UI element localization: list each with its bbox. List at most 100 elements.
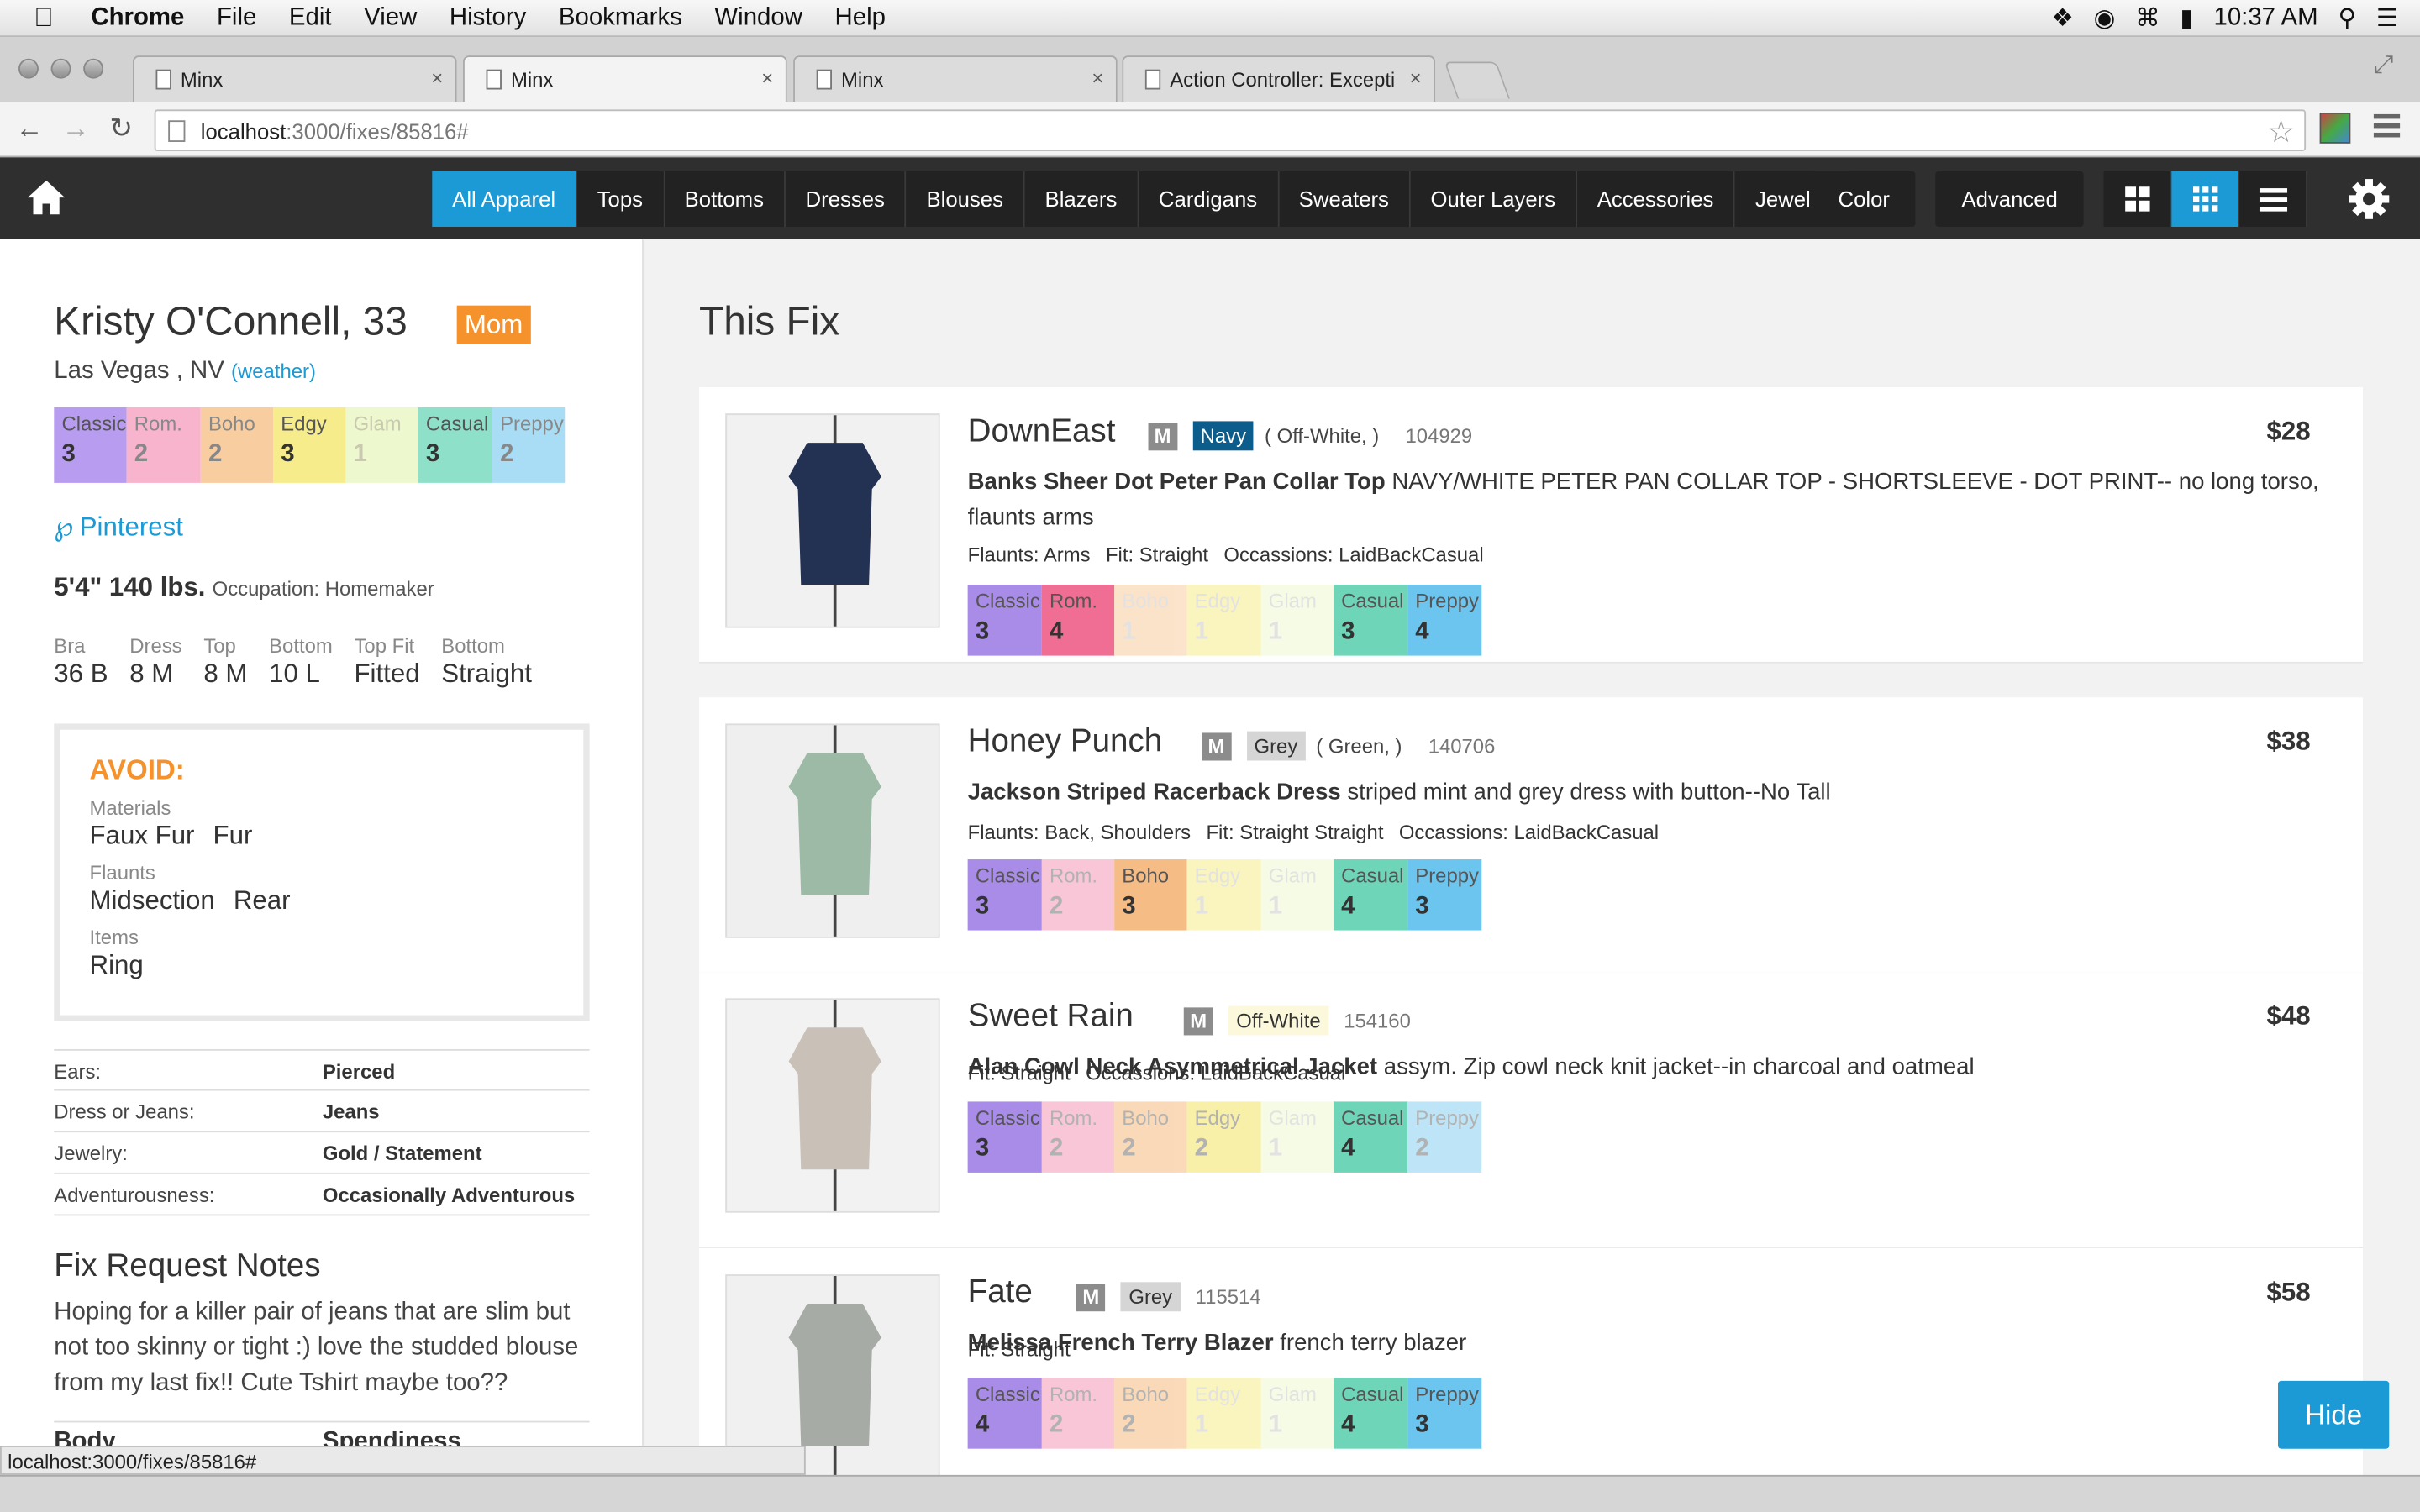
category-all-apparel[interactable]: All Apparel	[432, 171, 577, 227]
style-score-classic: Classic 3	[967, 585, 1042, 656]
product-price: $38	[2266, 727, 2311, 756]
category-accessories[interactable]: Accessories	[1576, 171, 1736, 227]
forward-arrow-icon[interactable]: →	[61, 113, 89, 145]
extension-icon[interactable]	[2319, 113, 2351, 144]
browser-tab[interactable]: Minx ×	[793, 55, 1118, 102]
view-small-grid-button[interactable]	[2171, 171, 2240, 227]
menu-help[interactable]: Help	[835, 5, 886, 33]
close-tab-icon[interactable]: ×	[1410, 66, 1422, 90]
menu-window[interactable]: Window	[714, 5, 802, 33]
product-brand[interactable]: Fate	[968, 1274, 1033, 1311]
style-label: Preppy	[1415, 1382, 1479, 1406]
avoid-materials-label: Materials	[89, 795, 171, 820]
app-name-menu[interactable]: Chrome	[91, 5, 184, 33]
evernote-icon[interactable]: ◉	[2094, 3, 2116, 34]
category-tops[interactable]: Tops	[576, 171, 665, 227]
pinterest-link[interactable]: ℘ Pinterest	[54, 511, 183, 543]
apple-icon[interactable]: 	[34, 3, 53, 34]
preference-row: Adventurousness: Occasionally Adventurous	[54, 1174, 590, 1216]
style-value: 4	[1341, 1411, 1355, 1438]
product-brand[interactable]: DownEast	[968, 413, 1116, 450]
style-score-glam: Glam 1	[1260, 1101, 1334, 1173]
product-name[interactable]: Banks Sheer Dot Peter Pan Collar Top	[968, 469, 1386, 495]
product-image[interactable]	[725, 998, 940, 1213]
battery-icon[interactable]: ▮	[2180, 3, 2193, 34]
product-name[interactable]: Jackson Striped Racerback Dress	[968, 780, 1341, 806]
preference-row: Jewelry: Gold / Statement	[54, 1132, 590, 1174]
back-arrow-icon[interactable]: ←	[15, 113, 43, 145]
category-blazers[interactable]: Blazers	[1024, 171, 1139, 227]
style-value: 2	[208, 441, 223, 468]
minimize-window-button[interactable]	[50, 58, 71, 79]
view-toggle	[2103, 171, 2307, 227]
size-value: 8 M	[129, 659, 174, 689]
wifi-icon[interactable]: ⌘	[2135, 3, 2160, 34]
style-label: Classic	[975, 1382, 1040, 1406]
spotlight-search-icon[interactable]: ⚲	[2338, 3, 2357, 34]
product-image[interactable]	[725, 723, 940, 938]
category-bottoms[interactable]: Bottoms	[664, 171, 786, 227]
product-style-scores: Classic 3 Rom. 2 Boho 3 Edgy 1 Glam 1 Casual 4 Prepp…	[967, 859, 1485, 931]
menu-file[interactable]: File	[217, 5, 256, 33]
advanced-filter-button[interactable]: Advanced	[1935, 171, 2085, 227]
page-icon	[486, 69, 502, 90]
browser-tab[interactable]: Minx ×	[463, 55, 787, 104]
sku-number: 154160	[1344, 1009, 1411, 1032]
style-value: 1	[1122, 618, 1136, 645]
category-outer-layers[interactable]: Outer Layers	[1410, 171, 1577, 227]
gear-icon[interactable]	[2346, 176, 2392, 222]
notification-center-icon[interactable]: ☰	[2376, 3, 2398, 34]
style-score-preppy: Preppy 3	[1407, 1378, 1482, 1449]
category-sweaters[interactable]: Sweaters	[1278, 171, 1411, 227]
clock[interactable]: 10:37 AM	[2213, 5, 2317, 33]
zoom-window-button[interactable]	[83, 58, 104, 79]
address-bar[interactable]: localhost:3000/fixes/85816# ☆	[154, 109, 2307, 151]
attribute: Occassions: LaidBackCasual	[1398, 821, 1660, 844]
attribute: Fit: Straight Straight	[1206, 821, 1384, 844]
new-tab-button[interactable]	[1444, 61, 1510, 99]
browser-tab[interactable]: Action Controller: Exceptio ×	[1122, 55, 1436, 102]
browser-tab[interactable]: Minx ×	[132, 55, 457, 102]
dropbox-icon[interactable]: ❖	[2051, 3, 2073, 34]
style-score-glam: Glam 1	[1260, 1378, 1334, 1449]
chrome-menu-icon[interactable]	[2373, 113, 2401, 139]
category-cardigans[interactable]: Cardigans	[1139, 171, 1279, 227]
category-dresses[interactable]: Dresses	[785, 171, 907, 227]
close-window-button[interactable]	[18, 58, 39, 79]
bookmark-star-icon[interactable]: ☆	[2267, 113, 2295, 151]
close-tab-icon[interactable]: ×	[761, 66, 773, 90]
style-label: Casual	[425, 412, 489, 435]
browser-tab-strip: Minx × Minx × Minx × Action Controller: Except…	[0, 37, 2420, 104]
weather-link[interactable]: (weather)	[231, 360, 316, 383]
style-score-casual: Casual 3	[418, 407, 492, 483]
view-large-grid-button[interactable]	[2103, 171, 2172, 227]
style-label: Boho	[1122, 1382, 1170, 1406]
color-filter-button[interactable]: Color	[1812, 171, 1917, 227]
style-label: Glam	[1268, 589, 1317, 613]
view-list-button[interactable]	[2239, 171, 2307, 227]
style-label: Boho	[208, 412, 255, 435]
menu-view[interactable]: View	[364, 5, 417, 33]
fix-request-notes-title: Fix Request Notes	[54, 1247, 321, 1284]
avoid-materials: Faux Fur Fur	[90, 821, 555, 852]
url-text[interactable]: localhost:3000/fixes/85816#	[201, 118, 469, 143]
product-brand[interactable]: Sweet Rain	[968, 998, 1134, 1035]
style-score-classic: Classic 3	[967, 859, 1042, 931]
home-icon[interactable]	[24, 176, 67, 218]
product-image[interactable]	[725, 413, 940, 628]
product-brand[interactable]: Honey Punch	[968, 723, 1163, 760]
preference-value: Occasionally Adventurous	[322, 1183, 576, 1207]
menu-edit[interactable]: Edit	[289, 5, 332, 33]
menu-history[interactable]: History	[450, 5, 526, 33]
close-tab-icon[interactable]: ×	[1092, 66, 1103, 90]
close-tab-icon[interactable]: ×	[431, 66, 443, 90]
fullscreen-icon[interactable]: ⤢	[2374, 52, 2394, 80]
product-price: $58	[2266, 1277, 2311, 1307]
browser-toolbar: ← → ↻ localhost:3000/fixes/85816# ☆	[0, 102, 2420, 158]
page-icon	[1144, 69, 1161, 90]
attribute: Fit: Straight	[967, 1061, 1071, 1085]
reload-icon[interactable]: ↻	[109, 113, 133, 145]
category-blouses[interactable]: Blouses	[906, 171, 1025, 227]
hide-button[interactable]: Hide	[2278, 1380, 2390, 1449]
menu-bookmarks[interactable]: Bookmarks	[559, 5, 682, 33]
